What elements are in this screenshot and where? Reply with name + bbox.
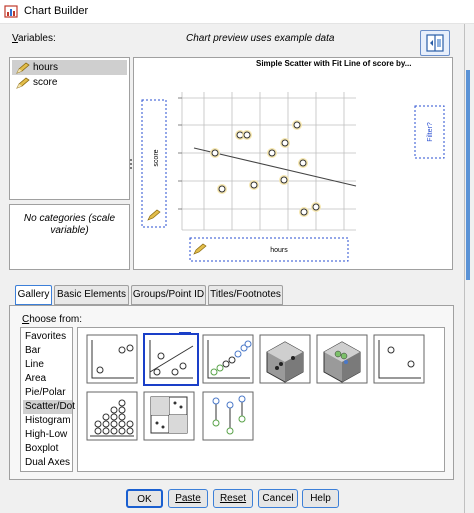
chart-type-pie-polar[interactable]: Pie/Polar bbox=[23, 386, 72, 400]
example-points bbox=[210, 120, 321, 217]
chart-preview-canvas[interactable]: Simple Scatter with Fit Line of score by… bbox=[133, 57, 453, 270]
chart-type-high-low[interactable]: High-Low bbox=[23, 428, 72, 442]
chart-type-favorites[interactable]: Favorites bbox=[23, 330, 72, 344]
chart-builder-app-icon bbox=[4, 5, 18, 18]
paste-button[interactable]: Paste bbox=[168, 489, 208, 508]
reset-label: Reset bbox=[219, 493, 247, 504]
x-axis-drop-zone[interactable] bbox=[189, 237, 349, 262]
ok-button[interactable]: OK bbox=[126, 489, 163, 508]
adjacent-window-accent bbox=[466, 70, 470, 280]
chart-type-line[interactable]: Line bbox=[23, 358, 72, 372]
tab-basic-elements[interactable]: Basic Elements bbox=[54, 285, 129, 305]
chart-type-area[interactable]: Area bbox=[23, 372, 72, 386]
tab-label: Gallery bbox=[17, 289, 50, 300]
tab-label: Groups/Point ID bbox=[132, 289, 205, 300]
preview-title: Simple Scatter with Fit Line of score by… bbox=[256, 59, 411, 68]
variable-item-hours[interactable]: hours bbox=[12, 60, 127, 75]
simple-scatter-icon[interactable] bbox=[86, 334, 138, 384]
chart-type-dual-axes[interactable]: Dual Axes bbox=[23, 456, 72, 470]
element-properties-icon bbox=[426, 34, 444, 52]
help-button[interactable]: Help bbox=[302, 489, 339, 508]
window-title: Chart Builder bbox=[24, 5, 89, 17]
variables-list[interactable]: hours score bbox=[9, 57, 130, 200]
chart-type-boxplot[interactable]: Boxplot bbox=[23, 442, 72, 456]
preview-grid bbox=[181, 92, 356, 231]
variable-item-score[interactable]: score bbox=[12, 75, 127, 90]
scale-pencil-icon bbox=[16, 77, 30, 89]
tab-titles-footnotes[interactable]: Titles/Footnotes bbox=[208, 285, 283, 305]
scatter-fit-line-icon[interactable] bbox=[143, 332, 199, 386]
scale-pencil-icon bbox=[16, 62, 30, 74]
chart-type-list[interactable]: Favorites Bar Line Area Pie/Polar Scatte… bbox=[20, 327, 75, 472]
scatter-matrix-icon[interactable] bbox=[143, 391, 195, 441]
chart-type-bar[interactable]: Bar bbox=[23, 344, 72, 358]
choose-from-label: Choose from: bbox=[22, 314, 83, 325]
element-properties-button[interactable] bbox=[420, 30, 450, 56]
variable-label: score bbox=[33, 77, 58, 88]
3d-scatter-icon[interactable] bbox=[259, 334, 311, 384]
categories-text: No categories (scale variable) bbox=[23, 213, 116, 236]
grouped-scatter-icon[interactable] bbox=[202, 334, 254, 384]
chart-type-histogram[interactable]: Histogram bbox=[23, 414, 72, 428]
tab-gallery[interactable]: Gallery bbox=[15, 285, 52, 305]
categories-box: No categories (scale variable) bbox=[9, 204, 130, 270]
chart-preview-svg: Simple Scatter with Fit Line of score by… bbox=[141, 59, 445, 262]
axis-ticks bbox=[178, 97, 182, 210]
chart-type-scatter-dot[interactable]: Scatter/Dot bbox=[23, 400, 75, 414]
cancel-button[interactable]: Cancel bbox=[258, 489, 298, 508]
variable-label: hours bbox=[33, 62, 59, 73]
tab-groups-point-id[interactable]: Groups/Point ID bbox=[131, 285, 206, 305]
drop-line-icon[interactable] bbox=[202, 391, 254, 441]
variables-label: Variables: bbox=[12, 33, 56, 44]
filter-drop-label: Filter? bbox=[427, 122, 434, 142]
y-drop-label: score bbox=[153, 149, 160, 166]
preview-caption: Chart preview uses example data bbox=[186, 33, 335, 44]
paste-label: Paste bbox=[175, 493, 201, 504]
reset-button[interactable]: Reset bbox=[213, 489, 253, 508]
gallery-thumbnails bbox=[77, 327, 445, 472]
summary-point-icon[interactable] bbox=[373, 334, 425, 384]
x-drop-label: hours bbox=[270, 247, 288, 254]
title-bar: Chart Builder bbox=[0, 0, 474, 24]
grouped-3d-scatter-icon[interactable] bbox=[316, 334, 368, 384]
tab-label: Basic Elements bbox=[57, 289, 126, 300]
tab-label: Titles/Footnotes bbox=[210, 289, 281, 300]
dot-plot-icon[interactable] bbox=[86, 391, 138, 441]
